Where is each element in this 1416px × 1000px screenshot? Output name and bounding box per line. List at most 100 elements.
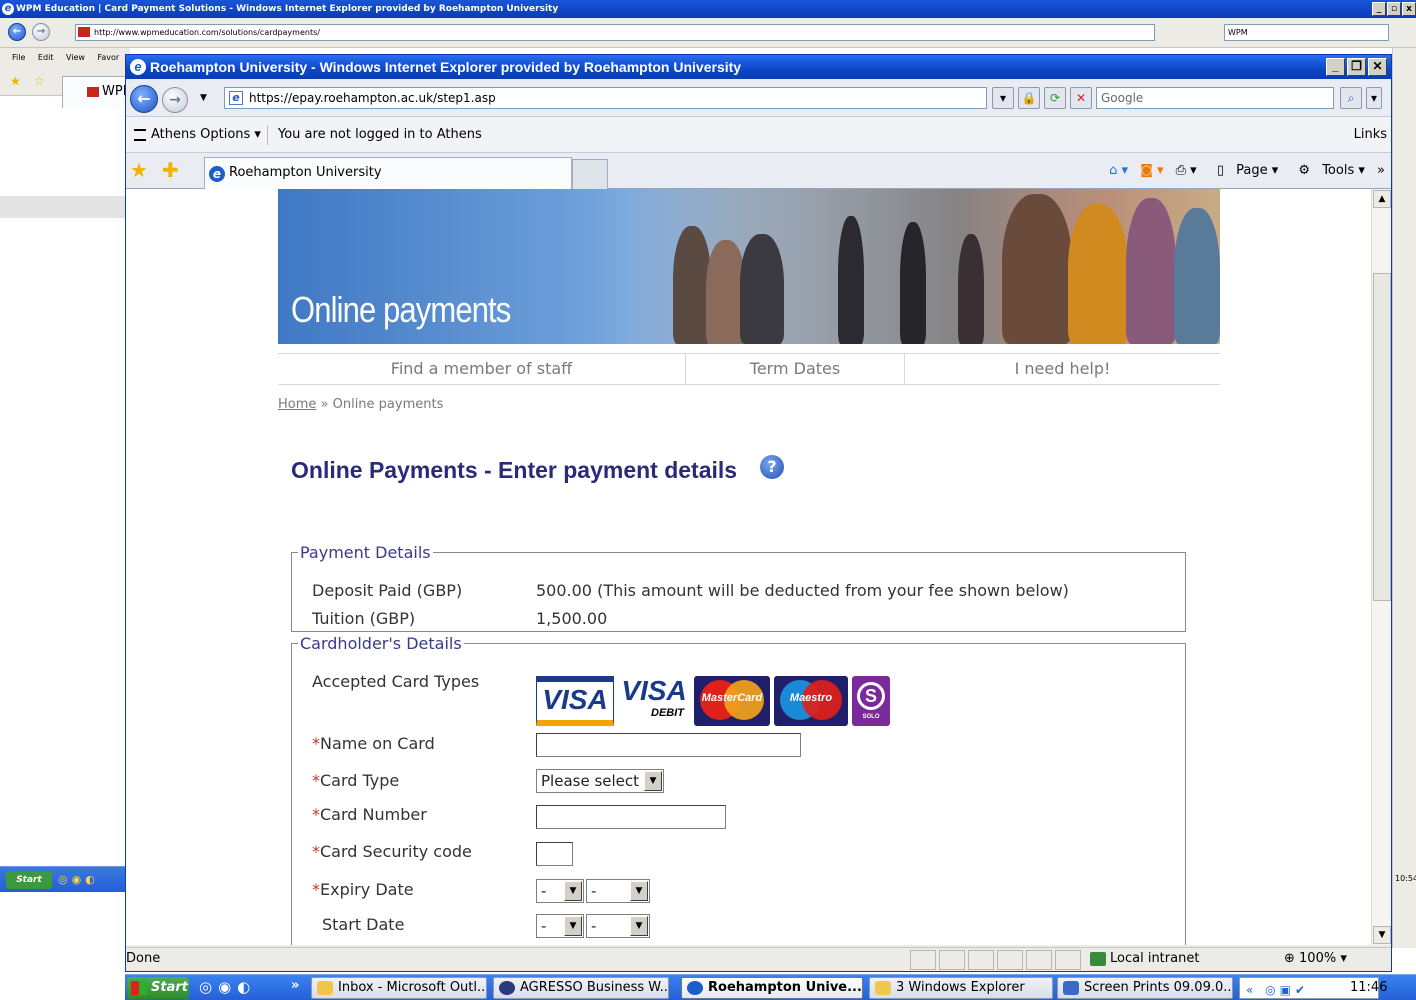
minimize-button[interactable]: _ [1326,58,1345,76]
tab-roehampton[interactable]: e Roehampton University [204,157,572,189]
expiry-date-text: Expiry Date [320,880,414,899]
address-text: https://epay.roehampton.ac.uk/step1.asp [249,91,496,105]
taskbar-item-roehampton[interactable]: Roehampton Unive... [681,977,863,999]
print-icon[interactable]: ⎙ ▾ [1176,163,1197,178]
forward-arrow-icon[interactable]: → [32,23,50,41]
banner-person [740,234,784,344]
card-number-input[interactable] [536,805,726,829]
start-month-value: - [541,917,547,935]
links-toolbar: Athens Options ▾ You are not logged in t… [126,117,1391,153]
background-page-band [0,196,125,218]
back-arrow-icon[interactable]: ← [8,23,26,41]
page-menu-button[interactable]: ▯ Page ▾ [1209,163,1278,178]
name-on-card-input[interactable] [536,733,801,757]
taskbar-item-label: 3 Windows Explorer [896,980,1025,995]
page-viewport: Online payments Find a member of staff T… [126,189,1371,945]
refresh-icon[interactable]: ⟳ [1044,87,1066,109]
background-start-button[interactable]: Start [6,871,52,889]
tuition-value: 1,500.00 [536,609,608,628]
tray-icons[interactable]: « ◎▣✔ [1246,980,1309,1000]
start-button[interactable]: Start [127,977,189,999]
banner-group [1126,198,1176,344]
background-search-input[interactable]: WPM [1224,24,1389,41]
security-zone[interactable]: Local intranet [1090,948,1199,970]
background-window-controls: _ ▫ x [1372,2,1416,16]
maximize-button[interactable]: ▫ [1387,2,1401,16]
nav-help[interactable]: I need help! [905,354,1220,384]
quick-launch-icons[interactable]: ◎◉◐ [58,873,99,886]
stop-icon[interactable]: ✕ [1070,87,1092,109]
zoom-level[interactable]: ⊕ 100% ▾ [1284,948,1347,970]
search-options-icon[interactable]: ▾ [1366,87,1382,109]
add-to-favorites-icon[interactable]: ✚ [162,158,179,182]
window-titlebar[interactable]: e Roehampton University - Windows Intern… [126,55,1391,79]
chevron-down-icon[interactable]: ▼ [644,771,662,791]
new-tab-button[interactable] [572,159,608,189]
chevron-down-icon[interactable]: ▼ [564,916,582,936]
quick-launch-overflow[interactable]: » [291,978,299,993]
card-number-text: Card Number [320,805,427,824]
close-button[interactable]: x [1402,2,1416,16]
word-document-icon [1063,981,1079,995]
card-type-select[interactable]: Please select ▼ [536,769,664,793]
name-on-card-text: Name on Card [320,734,435,753]
background-window-titlebar[interactable]: e WPM Education | Card Payment Solutions… [0,0,1416,18]
expiry-date-label: *Expiry Date [312,880,414,899]
search-icon[interactable]: ⌕ [1340,87,1362,109]
page-title: Online Payments - Enter payment details [291,457,738,483]
chevron-down-icon[interactable]: ▼ [630,916,648,936]
scroll-down-arrow-icon[interactable]: ▼ [1373,926,1391,944]
nav-term-dates[interactable]: Term Dates [686,354,905,384]
scrollbar-thumb[interactable] [1373,273,1391,601]
minimize-button[interactable]: _ [1372,2,1386,16]
breadcrumb-home-link[interactable]: Home [278,397,316,412]
add-favorite-icon[interactable]: ☆ [34,74,45,88]
tools-menu-button[interactable]: ⚙ Tools ▾ [1290,163,1364,178]
address-dropdown-icon[interactable]: ▾ [992,87,1014,109]
taskbar-item-agresso[interactable]: AGRESSO Business W... [493,977,669,999]
feeds-icon[interactable]: ◙ ▾ [1140,163,1163,178]
quick-launch-icons[interactable]: ◎◉◐ [199,978,256,996]
start-month-select[interactable]: - ▼ [536,914,584,938]
lock-icon[interactable]: 🔒 [1018,87,1040,109]
visa-debit-brand: VISA [621,675,687,706]
page-icon: e [229,91,243,105]
restore-button[interactable]: ❐ [1347,58,1366,76]
scroll-up-arrow-icon[interactable]: ▲ [1373,190,1391,208]
forward-arrow-icon[interactable]: → [162,87,188,113]
favorites-center-icon[interactable]: ★ [130,158,148,182]
nav-find-staff[interactable]: Find a member of staff [278,354,686,384]
chevron-down-icon[interactable]: ▼ [564,881,582,901]
back-arrow-icon[interactable]: ← [130,85,158,113]
gear-icon: ⚙ [1298,163,1315,178]
tray-expand-chevron[interactable]: « [1246,983,1257,997]
expiry-year-select[interactable]: - ▼ [586,879,650,903]
athens-options-label: Athens Options ▾ [151,127,261,142]
local-intranet-icon [1090,951,1106,966]
taskbar-item-label: Roehampton Unive... [708,980,862,995]
address-input[interactable]: e https://epay.roehampton.ac.uk/step1.as… [224,87,987,109]
links-button[interactable]: Links [1354,117,1387,153]
expiry-month-select[interactable]: - ▼ [536,879,584,903]
close-button[interactable]: ✕ [1368,58,1387,76]
favorites-star-icon[interactable]: ★ [10,74,21,88]
tools-menu-label: Tools ▾ [1322,163,1365,178]
security-code-input[interactable] [536,842,573,866]
background-menu-bar[interactable]: File Edit View Favor [0,48,130,68]
background-url-field[interactable]: http://www.wpmeducation.com/solutions/ca… [75,24,1155,41]
taskbar-item-explorer[interactable]: 3 Windows Explorer [869,977,1053,999]
help-icon[interactable]: ? [760,455,784,479]
home-icon[interactable]: ⌂ ▾ [1109,163,1128,178]
taskbar-item-outlook[interactable]: Inbox - Microsoft Outl... [311,977,487,999]
recent-pages-dropdown-icon[interactable]: ▼ [200,93,207,103]
taskbar-item-screen-prints[interactable]: Screen Prints 09.09.0... [1057,977,1233,999]
athens-options-button[interactable]: Athens Options ▾ [134,117,261,153]
outlook-icon [317,981,333,995]
start-year-select[interactable]: - ▼ [586,914,650,938]
search-input[interactable]: Google [1096,87,1334,109]
toolbar-overflow-button[interactable]: » [1377,163,1385,178]
name-on-card-label: *Name on Card [312,734,435,753]
chevron-down-icon[interactable]: ▼ [630,881,648,901]
vertical-scrollbar[interactable]: ▲ ▼ [1371,189,1391,945]
windows-taskbar: Start ◎◉◐ » Inbox - Microsoft Outl... AG… [125,974,1416,1000]
